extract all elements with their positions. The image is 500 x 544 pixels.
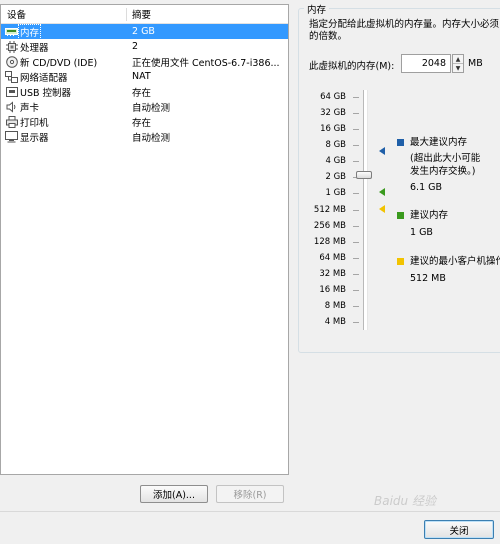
scale-tick xyxy=(353,193,359,194)
max-recommended-legend-icon xyxy=(397,139,404,146)
max-recommended-title: 最大建议内存 xyxy=(410,137,468,148)
scale-label: 32 GB xyxy=(320,108,346,118)
min-guest-legend-icon xyxy=(397,258,404,265)
device-row-memory[interactable]: 内存 2 GB xyxy=(1,23,288,40)
scale-label: 128 MB xyxy=(313,237,346,247)
usb-controller-icon xyxy=(5,85,18,98)
memory-slider-thumb[interactable] xyxy=(356,171,372,179)
scale-tick xyxy=(353,322,359,323)
recommended-value: 1 GB xyxy=(410,227,433,238)
min-guest-value: 512 MB xyxy=(410,273,446,284)
spin-up-icon[interactable]: ▲ xyxy=(453,55,463,63)
device-summary: 自动检测 xyxy=(132,132,171,144)
cpu-icon xyxy=(5,40,18,53)
device-list: 设备 摘要 内存 2 GB 处理器 2 新 CD/DVD (IDE) 正在使用文… xyxy=(0,4,289,475)
scale-label: 4 MB xyxy=(324,317,346,327)
device-summary: 2 xyxy=(132,41,139,52)
device-summary: 2 GB xyxy=(132,26,155,37)
scale-label: 4 GB xyxy=(325,156,346,166)
device-name: USB 控制器 xyxy=(20,87,72,99)
device-name: 网络适配器 xyxy=(20,72,68,84)
device-summary: 存在 xyxy=(132,87,152,99)
sound-card-icon xyxy=(5,100,18,113)
scale-tick xyxy=(353,242,359,243)
scale-tick xyxy=(353,161,359,162)
memory-unit-label: MB xyxy=(468,58,483,69)
add-device-button[interactable]: 添加(A)... xyxy=(140,485,208,503)
scale-label: 64 MB xyxy=(319,253,346,263)
scale-label: 16 GB xyxy=(320,124,346,134)
recommended-legend-icon xyxy=(397,212,404,219)
column-separator[interactable] xyxy=(126,8,127,21)
scale-label: 8 GB xyxy=(325,140,346,150)
close-button[interactable]: 关闭 xyxy=(424,520,494,539)
column-header-device[interactable]: 设备 xyxy=(7,7,26,21)
device-row-usb-controller[interactable]: USB 控制器 存在 xyxy=(1,84,288,99)
max-recommended-note-line2: 发生内存交换。) xyxy=(410,166,476,177)
device-row-display[interactable]: 显示器 自动检测 xyxy=(1,129,288,144)
device-row-network-adapter[interactable]: 网络适配器 NAT xyxy=(1,69,288,84)
memory-spinner[interactable]: ▲ ▼ xyxy=(452,54,464,73)
device-name: 新 CD/DVD (IDE) xyxy=(20,57,98,69)
scale-label: 512 MB xyxy=(313,205,346,215)
scale-tick xyxy=(353,306,359,307)
device-name: 处理器 xyxy=(20,42,49,54)
scale-tick xyxy=(353,258,359,259)
memory-description-line2: 的倍数。 xyxy=(309,31,348,42)
scale-tick xyxy=(353,226,359,227)
min-guest-title: 建议的最小客户机操作 xyxy=(410,256,500,267)
device-summary: 正在使用文件 CentOS-6.7-i386... xyxy=(132,57,280,69)
scale-label: 256 MB xyxy=(313,221,346,231)
scale-label: 1 GB xyxy=(325,188,346,198)
scale-tick xyxy=(353,290,359,291)
network-adapter-icon xyxy=(5,70,18,83)
scale-label: 64 GB xyxy=(320,92,346,102)
scale-tick xyxy=(353,129,359,130)
device-row-cd-dvd[interactable]: 新 CD/DVD (IDE) 正在使用文件 CentOS-6.7-i386... xyxy=(1,54,288,69)
display-icon xyxy=(5,130,18,143)
cd-dvd-icon xyxy=(5,55,18,68)
max-recommended-value: 6.1 GB xyxy=(410,182,443,193)
device-summary: NAT xyxy=(132,71,151,82)
max-recommended-marker-icon xyxy=(379,147,385,155)
spin-down-icon[interactable]: ▼ xyxy=(453,63,463,72)
memory-icon xyxy=(5,25,18,38)
device-row-processor[interactable]: 处理器 2 xyxy=(1,39,288,54)
min-guest-marker-icon xyxy=(379,205,385,213)
device-name: 声卡 xyxy=(20,102,40,114)
printer-icon xyxy=(5,115,18,128)
memory-input-label: 此虚拟机的内存(M): xyxy=(309,61,395,72)
memory-slider-track[interactable] xyxy=(363,90,368,330)
memory-description: 指定分配给此虚拟机的内存量。内存大小必须 的倍数。 xyxy=(309,19,500,43)
memory-size-input[interactable] xyxy=(401,54,451,73)
device-name: 内存 xyxy=(17,23,42,40)
recommended-title: 建议内存 xyxy=(410,210,449,221)
scale-tick xyxy=(353,145,359,146)
device-summary: 自动检测 xyxy=(132,102,171,114)
remove-device-button[interactable]: 移除(R) xyxy=(216,485,284,503)
max-recommended-note-line1: (超出此大小可能 xyxy=(410,153,481,164)
memory-description-line1: 指定分配给此虚拟机的内存量。内存大小必须 xyxy=(309,19,500,30)
device-summary: 存在 xyxy=(132,117,152,129)
device-name: 显示器 xyxy=(20,132,49,144)
recommended-marker-icon xyxy=(379,188,385,196)
scale-label: 8 MB xyxy=(324,301,346,311)
baidu-watermark: Baidu 经验 xyxy=(374,494,436,508)
scale-tick xyxy=(353,274,359,275)
device-name: 打印机 xyxy=(20,117,49,129)
device-list-header: 设备 摘要 xyxy=(1,5,288,24)
device-row-sound-card[interactable]: 声卡 自动检测 xyxy=(1,99,288,114)
column-header-summary[interactable]: 摘要 xyxy=(132,7,151,21)
scale-tick xyxy=(353,113,359,114)
scale-tick xyxy=(353,97,359,98)
scale-label: 2 GB xyxy=(325,172,346,182)
memory-group-title: 内存 xyxy=(304,2,330,16)
scale-tick xyxy=(353,210,359,211)
scale-label: 16 MB xyxy=(319,285,346,295)
scale-label: 32 MB xyxy=(319,269,346,279)
device-row-printer[interactable]: 打印机 存在 xyxy=(1,114,288,129)
